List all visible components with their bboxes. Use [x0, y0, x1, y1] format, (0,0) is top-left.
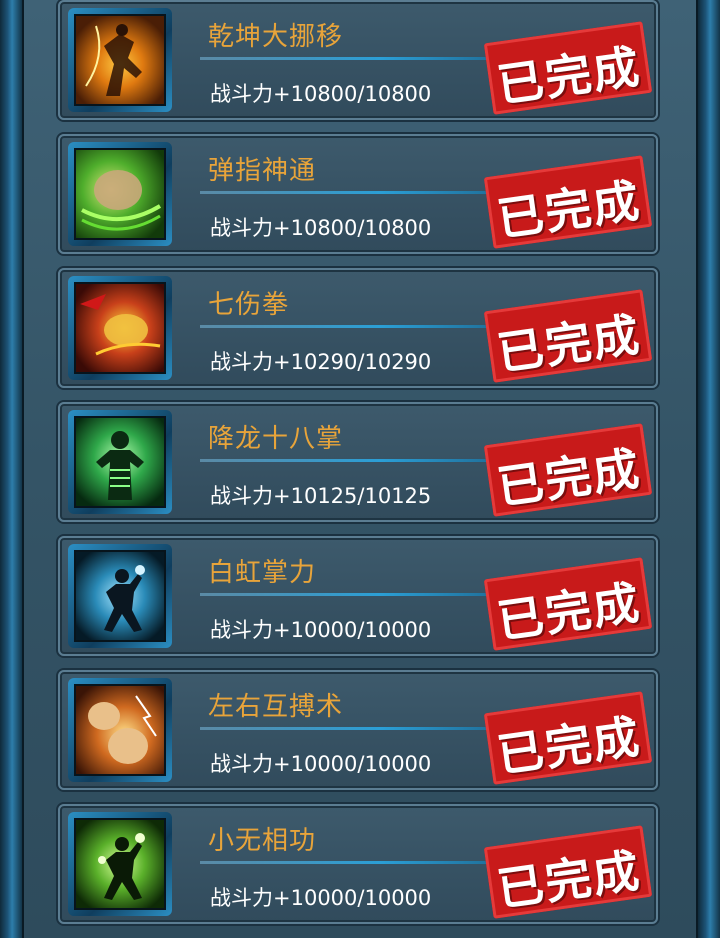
- red-punch-icon: [74, 282, 166, 374]
- skill-icon-frame: [68, 8, 172, 112]
- skill-item[interactable]: 乾坤大挪移 战斗力+10800/10800 已完成: [58, 0, 658, 120]
- left-border: [0, 0, 24, 938]
- skill-name: 七伤拳: [208, 290, 290, 320]
- skill-item[interactable]: 左右互搏术 战斗力+10000/10000 已完成: [58, 670, 658, 790]
- divider: [200, 57, 500, 60]
- completed-stamp: 已完成: [483, 557, 653, 651]
- completed-stamp-text: 已完成: [494, 39, 645, 113]
- completed-stamp: 已完成: [483, 825, 653, 919]
- skill-name: 降龙十八掌: [208, 424, 344, 454]
- completed-stamp-text: 已完成: [494, 173, 645, 247]
- divider: [200, 727, 500, 730]
- skill-name: 白虹掌力: [208, 558, 317, 588]
- green-martial-artist-icon: [74, 818, 166, 910]
- skill-icon-frame: [68, 276, 172, 380]
- completed-stamp-text: 已完成: [494, 575, 645, 649]
- combat-power: 战斗力+10290/10290: [210, 350, 432, 374]
- divider: [200, 325, 500, 328]
- right-border: [696, 0, 720, 938]
- completed-stamp: 已完成: [483, 691, 653, 785]
- combat-power: 战斗力+10125/10125: [210, 484, 432, 508]
- fire-kick-icon: [74, 14, 166, 106]
- combat-power: 战斗力+10000/10000: [210, 752, 432, 776]
- divider: [200, 593, 500, 596]
- combat-power: 战斗力+10800/10800: [210, 82, 432, 106]
- skill-icon-frame: [68, 812, 172, 916]
- combat-power: 战斗力+10000/10000: [210, 886, 432, 910]
- combat-power: 战斗力+10000/10000: [210, 618, 432, 642]
- skill-item[interactable]: 弹指神通 战斗力+10800/10800 已完成: [58, 134, 658, 254]
- completed-stamp-text: 已完成: [494, 307, 645, 381]
- dragon-palm-icon: [74, 416, 166, 508]
- skill-name: 乾坤大挪移: [208, 22, 344, 52]
- skill-item[interactable]: 白虹掌力 战斗力+10000/10000 已完成: [58, 536, 658, 656]
- divider: [200, 191, 500, 194]
- completed-stamp-text: 已完成: [494, 441, 645, 515]
- green-fist-icon: [74, 148, 166, 240]
- skill-item[interactable]: 小无相功 战斗力+10000/10000 已完成: [58, 804, 658, 924]
- skill-name: 小无相功: [208, 826, 317, 856]
- divider: [200, 459, 500, 462]
- completed-stamp: 已完成: [483, 423, 653, 517]
- skill-icon-frame: [68, 410, 172, 514]
- skill-item[interactable]: 降龙十八掌 战斗力+10125/10125 已完成: [58, 402, 658, 522]
- skill-icon-frame: [68, 544, 172, 648]
- skill-name: 弹指神通: [208, 156, 317, 186]
- completed-stamp-text: 已完成: [494, 709, 645, 783]
- skill-icon-frame: [68, 142, 172, 246]
- skill-name: 左右互搏术: [208, 692, 344, 722]
- completed-stamp: 已完成: [483, 155, 653, 249]
- skill-icon-frame: [68, 678, 172, 782]
- completed-stamp: 已完成: [483, 21, 653, 115]
- combat-power: 战斗力+10800/10800: [210, 216, 432, 240]
- completed-stamp: 已完成: [483, 289, 653, 383]
- completed-stamp-text: 已完成: [494, 843, 645, 917]
- skill-item[interactable]: 七伤拳 战斗力+10290/10290 已完成: [58, 268, 658, 388]
- blue-martial-artist-icon: [74, 550, 166, 642]
- twin-fist-icon: [74, 684, 166, 776]
- divider: [200, 861, 500, 864]
